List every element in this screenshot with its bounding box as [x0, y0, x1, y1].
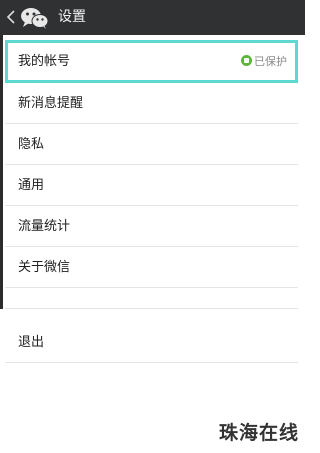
settings-item-privacy[interactable]: 隐私: [5, 124, 298, 165]
left-edge-strip: [0, 35, 3, 309]
settings-item-my-account[interactable]: 我的帐号 已保护: [5, 40, 298, 83]
chevron-left-icon[interactable]: [5, 8, 17, 26]
protected-badge: 已保护: [241, 43, 287, 80]
settings-item-label: 隐私: [18, 137, 45, 152]
logout-section: 退出: [5, 322, 298, 363]
settings-item-label: 关于微信: [18, 260, 71, 275]
wechat-icon: [21, 8, 49, 29]
page-title: 设置: [58, 9, 86, 25]
settings-item-label: 通用: [18, 178, 45, 193]
lock-icon: [241, 55, 252, 66]
settings-item-about-wechat[interactable]: 关于微信: [5, 247, 298, 288]
logout-button[interactable]: 退出: [5, 322, 298, 363]
settings-item-general[interactable]: 通用: [5, 165, 298, 206]
settings-item-new-message-alerts[interactable]: 新消息提醒: [5, 83, 298, 124]
settings-list: 我的帐号 已保护 新消息提醒 隐私 通用 流量统计 关于微信: [5, 40, 298, 288]
settings-item-label: 流量统计: [18, 219, 71, 234]
section-divider: [5, 308, 298, 323]
watermark: 珠海在线: [218, 422, 299, 444]
settings-item-label: 我的帐号: [18, 54, 71, 69]
logout-label: 退出: [18, 335, 45, 350]
title-bar: 设置: [0, 0, 305, 35]
settings-item-data-usage[interactable]: 流量统计: [5, 206, 298, 247]
settings-item-label: 新消息提醒: [18, 96, 84, 111]
protected-badge-text: 已保护: [254, 55, 287, 68]
